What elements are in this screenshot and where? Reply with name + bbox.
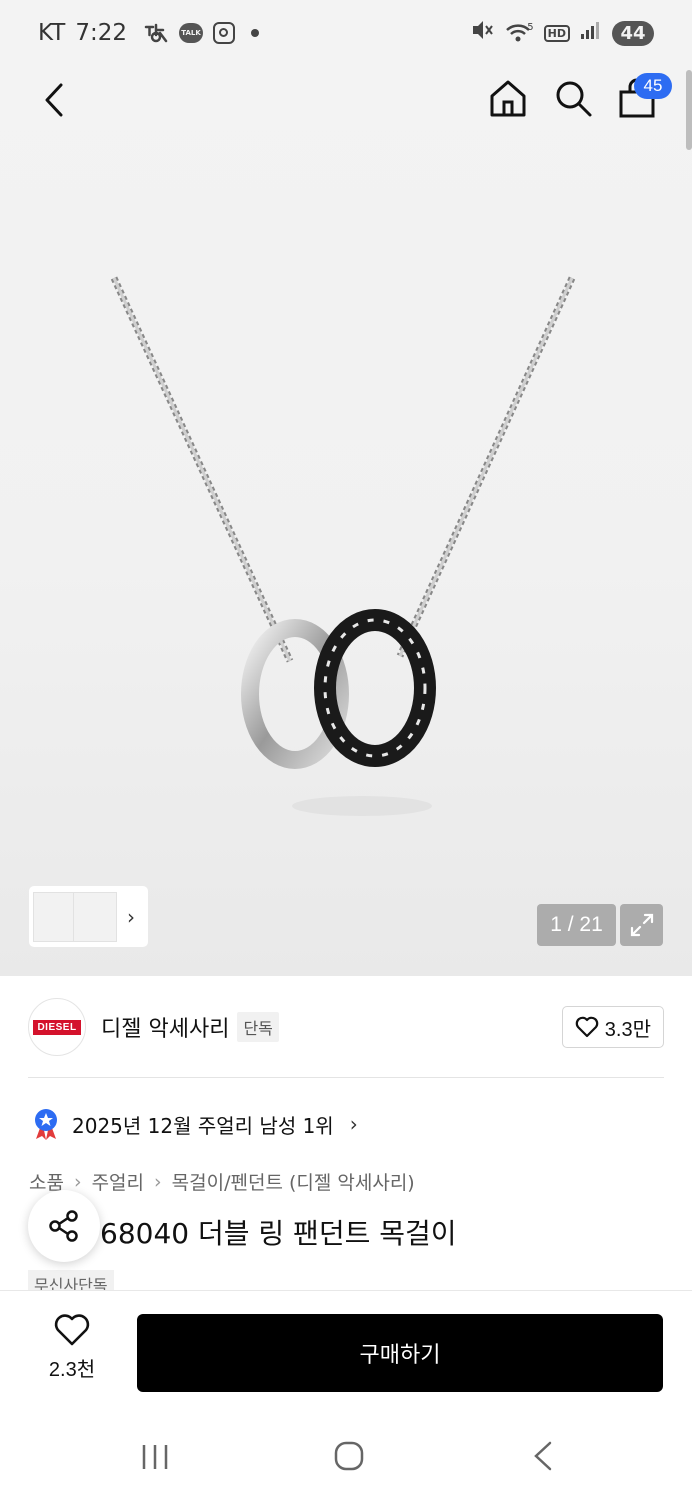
- wishlist-button[interactable]: 2.3천: [34, 1313, 110, 1393]
- ranking-medal-icon: [35, 1109, 57, 1140]
- platform-exclusive-tag: 무신사단독: [28, 1270, 114, 1290]
- search-icon: [556, 81, 592, 117]
- mute-icon: [471, 19, 495, 47]
- system-home-button[interactable]: [333, 1440, 365, 1476]
- chevron-right-icon: ›: [349, 1112, 358, 1136]
- notification-dot-icon: [251, 29, 260, 37]
- network-generation-label: 5: [527, 22, 534, 33]
- carrier-label: KT: [38, 20, 66, 46]
- signal-icon: [580, 20, 602, 46]
- chevron-right-icon: ›: [73, 1170, 82, 1193]
- brand-logo[interactable]: DIESEL: [28, 998, 86, 1056]
- share-icon: [49, 1210, 78, 1242]
- clock: 7:22: [75, 20, 128, 46]
- chevron-right-icon: ›: [154, 1170, 162, 1193]
- thumbnail-2[interactable]: [73, 891, 117, 942]
- system-navigation-bar: [0, 1412, 692, 1500]
- wifi-icon: 5: [505, 22, 534, 44]
- top-navigation: [0, 66, 692, 132]
- cart-count-badge: 45: [634, 73, 672, 99]
- image-page-indicator: 1 / 21: [537, 904, 616, 946]
- divider: [28, 1077, 664, 1078]
- wishlist-count: 2.3천: [48, 1359, 96, 1381]
- expand-image-button[interactable]: [620, 904, 663, 946]
- home-icon: [490, 80, 526, 117]
- exclusive-badge: 단독: [237, 1012, 279, 1042]
- status-bar: KT 7:22 TALK 5 HD 44: [0, 0, 692, 66]
- link-app-icon: [143, 21, 169, 45]
- thumbnail-strip[interactable]: ›: [29, 886, 148, 947]
- search-button[interactable]: [553, 78, 593, 122]
- battery-indicator: 44: [612, 20, 654, 46]
- share-button[interactable]: [28, 1190, 100, 1262]
- back-button[interactable]: [34, 80, 74, 120]
- kakaotalk-icon: TALK: [179, 23, 204, 43]
- brand-like-button[interactable]: 3.3만: [561, 1006, 664, 1048]
- brand-row: DIESEL 디젤 악세사리 단독 3.3만: [28, 996, 664, 1058]
- chevron-left-icon: [534, 1441, 552, 1471]
- breadcrumb: 소품 › 주얼리 › 목걸이/펜던트 (디젤 악세사리): [29, 1168, 415, 1195]
- ranking-text: 2025년 12월 주얼리 남성 1위: [72, 1113, 334, 1138]
- expand-icon: [630, 913, 653, 937]
- brand-name-link[interactable]: 디젤 악세사리: [101, 1011, 229, 1043]
- heart-icon: [575, 1016, 599, 1038]
- thumbnail-1[interactable]: [33, 891, 77, 942]
- scrollbar[interactable]: [686, 70, 692, 150]
- recent-apps-button[interactable]: [140, 1442, 170, 1476]
- instagram-icon: [213, 22, 236, 44]
- breadcrumb-item[interactable]: 주얼리: [92, 1168, 144, 1195]
- brand-logo-text: DIESEL: [33, 1019, 81, 1035]
- chevron-left-icon: [45, 83, 63, 117]
- system-back-button[interactable]: [530, 1440, 556, 1476]
- product-image-gallery[interactable]: › 1 / 21: [0, 66, 692, 976]
- product-image: [110, 276, 576, 816]
- brand-like-count: 3.3만: [604, 1018, 651, 1041]
- ranking-link[interactable]: 2025년 12월 주얼리 남성 1위 ›: [32, 1108, 358, 1140]
- breadcrumb-item[interactable]: 목걸이/펜던트 (디젤 악세사리): [172, 1168, 415, 1195]
- chevron-right-icon: ›: [127, 904, 135, 929]
- hd-voice-icon: HD: [543, 24, 570, 42]
- buy-button[interactable]: 구매하기: [137, 1314, 663, 1392]
- recent-apps-icon: [142, 1445, 168, 1469]
- product-title: 68040 더블 링 팬던트 목걸이: [100, 1217, 457, 1250]
- heart-icon: [54, 1314, 90, 1346]
- bottom-action-bar: 2.3천 구매하기: [0, 1290, 692, 1412]
- home-circle-icon: [334, 1441, 364, 1471]
- home-button[interactable]: [488, 78, 528, 122]
